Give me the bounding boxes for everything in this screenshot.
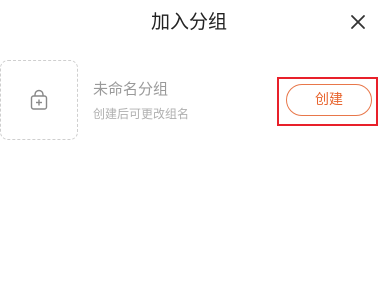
close-icon bbox=[351, 15, 365, 29]
group-hint: 创建后可更改组名 bbox=[93, 107, 190, 121]
lock-plus-icon bbox=[30, 89, 48, 110]
new-group-row: 未命名分组 创建后可更改组名 创建 bbox=[0, 60, 378, 142]
dialog-title: 加入分组 bbox=[150, 11, 227, 33]
close-button[interactable] bbox=[346, 10, 370, 34]
create-button[interactable]: 创建 bbox=[286, 84, 372, 116]
group-cover-placeholder bbox=[0, 60, 78, 140]
group-name: 未命名分组 bbox=[93, 80, 169, 98]
add-to-group-dialog: 加入分组 未命名分组 创建后可更改组名 创建 bbox=[0, 0, 378, 299]
